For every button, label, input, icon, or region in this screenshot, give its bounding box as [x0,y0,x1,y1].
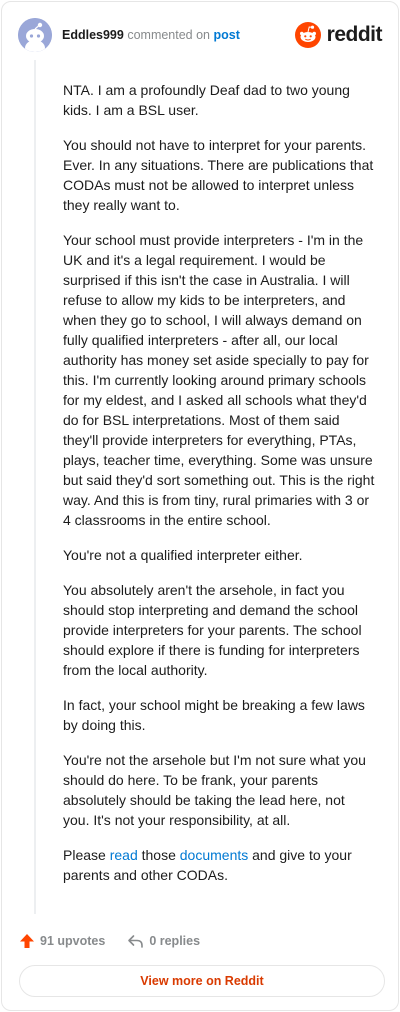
view-more-label: View more on Reddit [140,974,264,988]
comment-card: Eddles999 commented on post reddit NTA. … [1,1,399,1011]
snoo-avatar-icon [18,18,52,52]
documents-link[interactable]: documents [180,847,248,863]
comment-paragraph: In fact, your school might be breaking a… [63,697,365,733]
comment-paragraph: You're not the arsehole but I'm not sure… [63,752,366,828]
reply-arrow-icon [128,935,144,948]
comment-paragraph: Your school must provide interpreters - … [63,232,375,528]
reply-button[interactable]: 0 replies [127,933,200,949]
view-more-button[interactable]: View more on Reddit [19,965,385,997]
comment-footer: 91 upvotes 0 replies [19,930,200,952]
comment-body: NTA. I am a profoundly Deaf dad to two y… [63,80,375,900]
post-link[interactable]: post [214,28,240,42]
action-text: commented on [127,28,211,42]
reddit-wordmark: reddit [326,23,383,46]
comment-paragraph: NTA. I am a profoundly Deaf dad to two y… [63,82,350,118]
comment-header: Eddles999 commented on post reddit [18,18,383,52]
paragraph-text: Please [63,847,110,863]
comment-paragraph: You're not a qualified interpreter eithe… [63,547,303,563]
reddit-logo-icon [294,22,321,48]
read-link[interactable]: read [110,847,138,863]
upvote-count: 91 upvotes [40,934,106,948]
user-avatar[interactable] [18,18,52,52]
comment-paragraph: You absolutely aren't the arsehole, in f… [63,582,362,678]
comment-meta: Eddles999 commented on post [62,28,240,42]
username-link[interactable]: Eddles999 [62,28,124,42]
reddit-logo[interactable]: reddit [294,21,383,49]
thread-line[interactable] [34,60,36,914]
upvote-button[interactable]: 91 upvotes [19,933,105,949]
comment-paragraph: You should not have to interpret for you… [63,137,374,213]
comment-paragraph: Please read those documents and give to … [63,845,375,885]
reply-count: 0 replies [149,934,201,948]
paragraph-text: those [137,847,180,863]
upvote-arrow-icon [20,934,34,948]
